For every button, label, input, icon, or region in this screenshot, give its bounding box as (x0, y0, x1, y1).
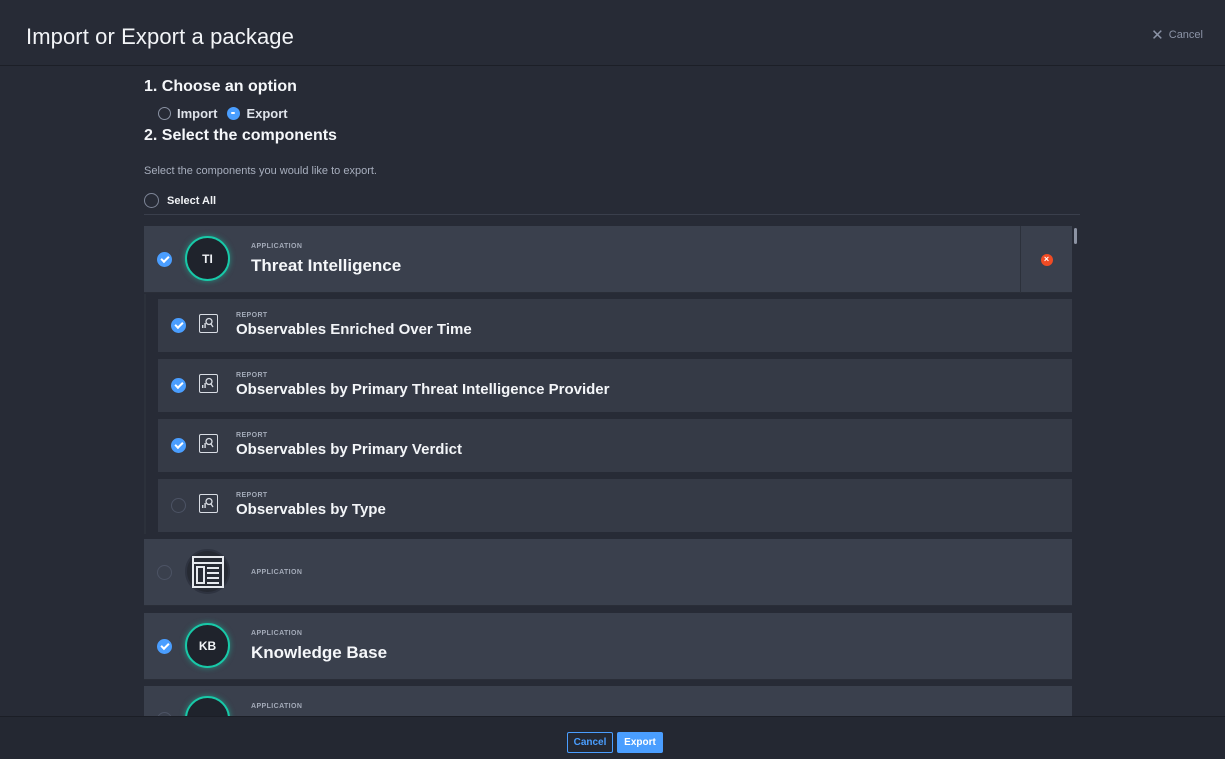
application-icon (185, 549, 230, 594)
dialog-footer: Cancel Export (0, 716, 1225, 759)
report-icon (199, 314, 218, 333)
unchecked-checkbox[interactable] (171, 498, 186, 513)
header-cancel-button[interactable]: ✕ Cancel (1151, 26, 1203, 44)
import-label: Import (177, 106, 218, 121)
close-icon: × (1040, 253, 1053, 266)
select-all-circle[interactable] (144, 193, 159, 208)
option-radio-group: Import Export (158, 106, 288, 121)
import-radio[interactable] (158, 107, 171, 120)
import-option[interactable]: Import (158, 106, 217, 121)
report-row[interactable]: REPORT Observables by Primary Verdict (158, 419, 1072, 472)
report-type-label: REPORT (236, 372, 268, 379)
report-name: Observables by Primary Verdict (236, 441, 462, 458)
scrollbar[interactable] (1074, 228, 1077, 244)
report-name: Observables Enriched Over Time (236, 321, 472, 338)
close-icon: ✕ (1151, 26, 1164, 44)
tree-line (144, 294, 146, 534)
report-name: Observables by Type (236, 501, 386, 518)
export-button[interactable]: Export (617, 732, 663, 753)
component-row-unnamed[interactable]: APPLICATION (144, 539, 1072, 606)
report-icon (199, 434, 218, 453)
avatar: TI (185, 236, 230, 281)
component-type-label: APPLICATION (251, 630, 303, 637)
report-row[interactable]: REPORT Observables by Type (158, 479, 1072, 532)
component-type-label: APPLICATION (251, 243, 303, 250)
export-option[interactable]: Export (227, 106, 288, 121)
checked-checkbox[interactable] (157, 252, 172, 267)
dialog-title: Import or Export a package (26, 24, 294, 49)
dialog-content: 1. Choose an option Import Export 2. Sel… (144, 66, 1080, 716)
report-icon (199, 494, 218, 513)
unchecked-checkbox[interactable] (157, 565, 172, 580)
avatar (185, 696, 230, 716)
avatar: KB (185, 623, 230, 668)
component-type-label: APPLICATION (251, 569, 303, 576)
report-type-label: REPORT (236, 432, 268, 439)
report-type-label: REPORT (236, 312, 268, 319)
export-label: Export (246, 106, 288, 121)
component-row-knowledge-base[interactable]: KB APPLICATION Knowledge Base (144, 613, 1072, 680)
export-radio[interactable] (227, 107, 241, 120)
dialog-header: Import or Export a package ✕ Cancel (0, 0, 1225, 66)
report-type-label: REPORT (236, 492, 268, 499)
report-row[interactable]: REPORT Observables by Primary Threat Int… (158, 359, 1072, 412)
component-type-label: APPLICATION (251, 703, 303, 710)
report-row[interactable]: REPORT Observables Enriched Over Time (158, 299, 1072, 352)
checked-checkbox[interactable] (171, 318, 186, 333)
report-name: Observables by Primary Threat Intelligen… (236, 381, 610, 398)
remove-button[interactable]: × (1020, 226, 1072, 293)
checked-checkbox[interactable] (171, 378, 186, 393)
components-list: TI APPLICATION Threat Intelligence × REP… (144, 226, 1080, 716)
header-cancel-label: Cancel (1168, 29, 1203, 41)
report-children: REPORT Observables Enriched Over Time RE… (144, 294, 1072, 534)
report-icon (199, 374, 218, 393)
component-row-partial[interactable]: APPLICATION (144, 686, 1072, 716)
select-all-label: Select All (167, 194, 217, 207)
cancel-button[interactable]: Cancel (567, 732, 613, 753)
select-all-checkbox[interactable]: Select All (144, 193, 216, 208)
step2-title: 2. Select the components (144, 127, 337, 144)
component-row-threat-intelligence[interactable]: TI APPLICATION Threat Intelligence × (144, 226, 1072, 293)
step2-description: Select the components you would like to … (144, 165, 377, 177)
checked-checkbox[interactable] (171, 438, 186, 453)
divider (144, 214, 1080, 215)
component-name: Knowledge Base (251, 643, 388, 662)
checked-checkbox[interactable] (157, 639, 172, 654)
step1-title: 1. Choose an option (144, 78, 297, 95)
component-name: Threat Intelligence (251, 256, 402, 275)
